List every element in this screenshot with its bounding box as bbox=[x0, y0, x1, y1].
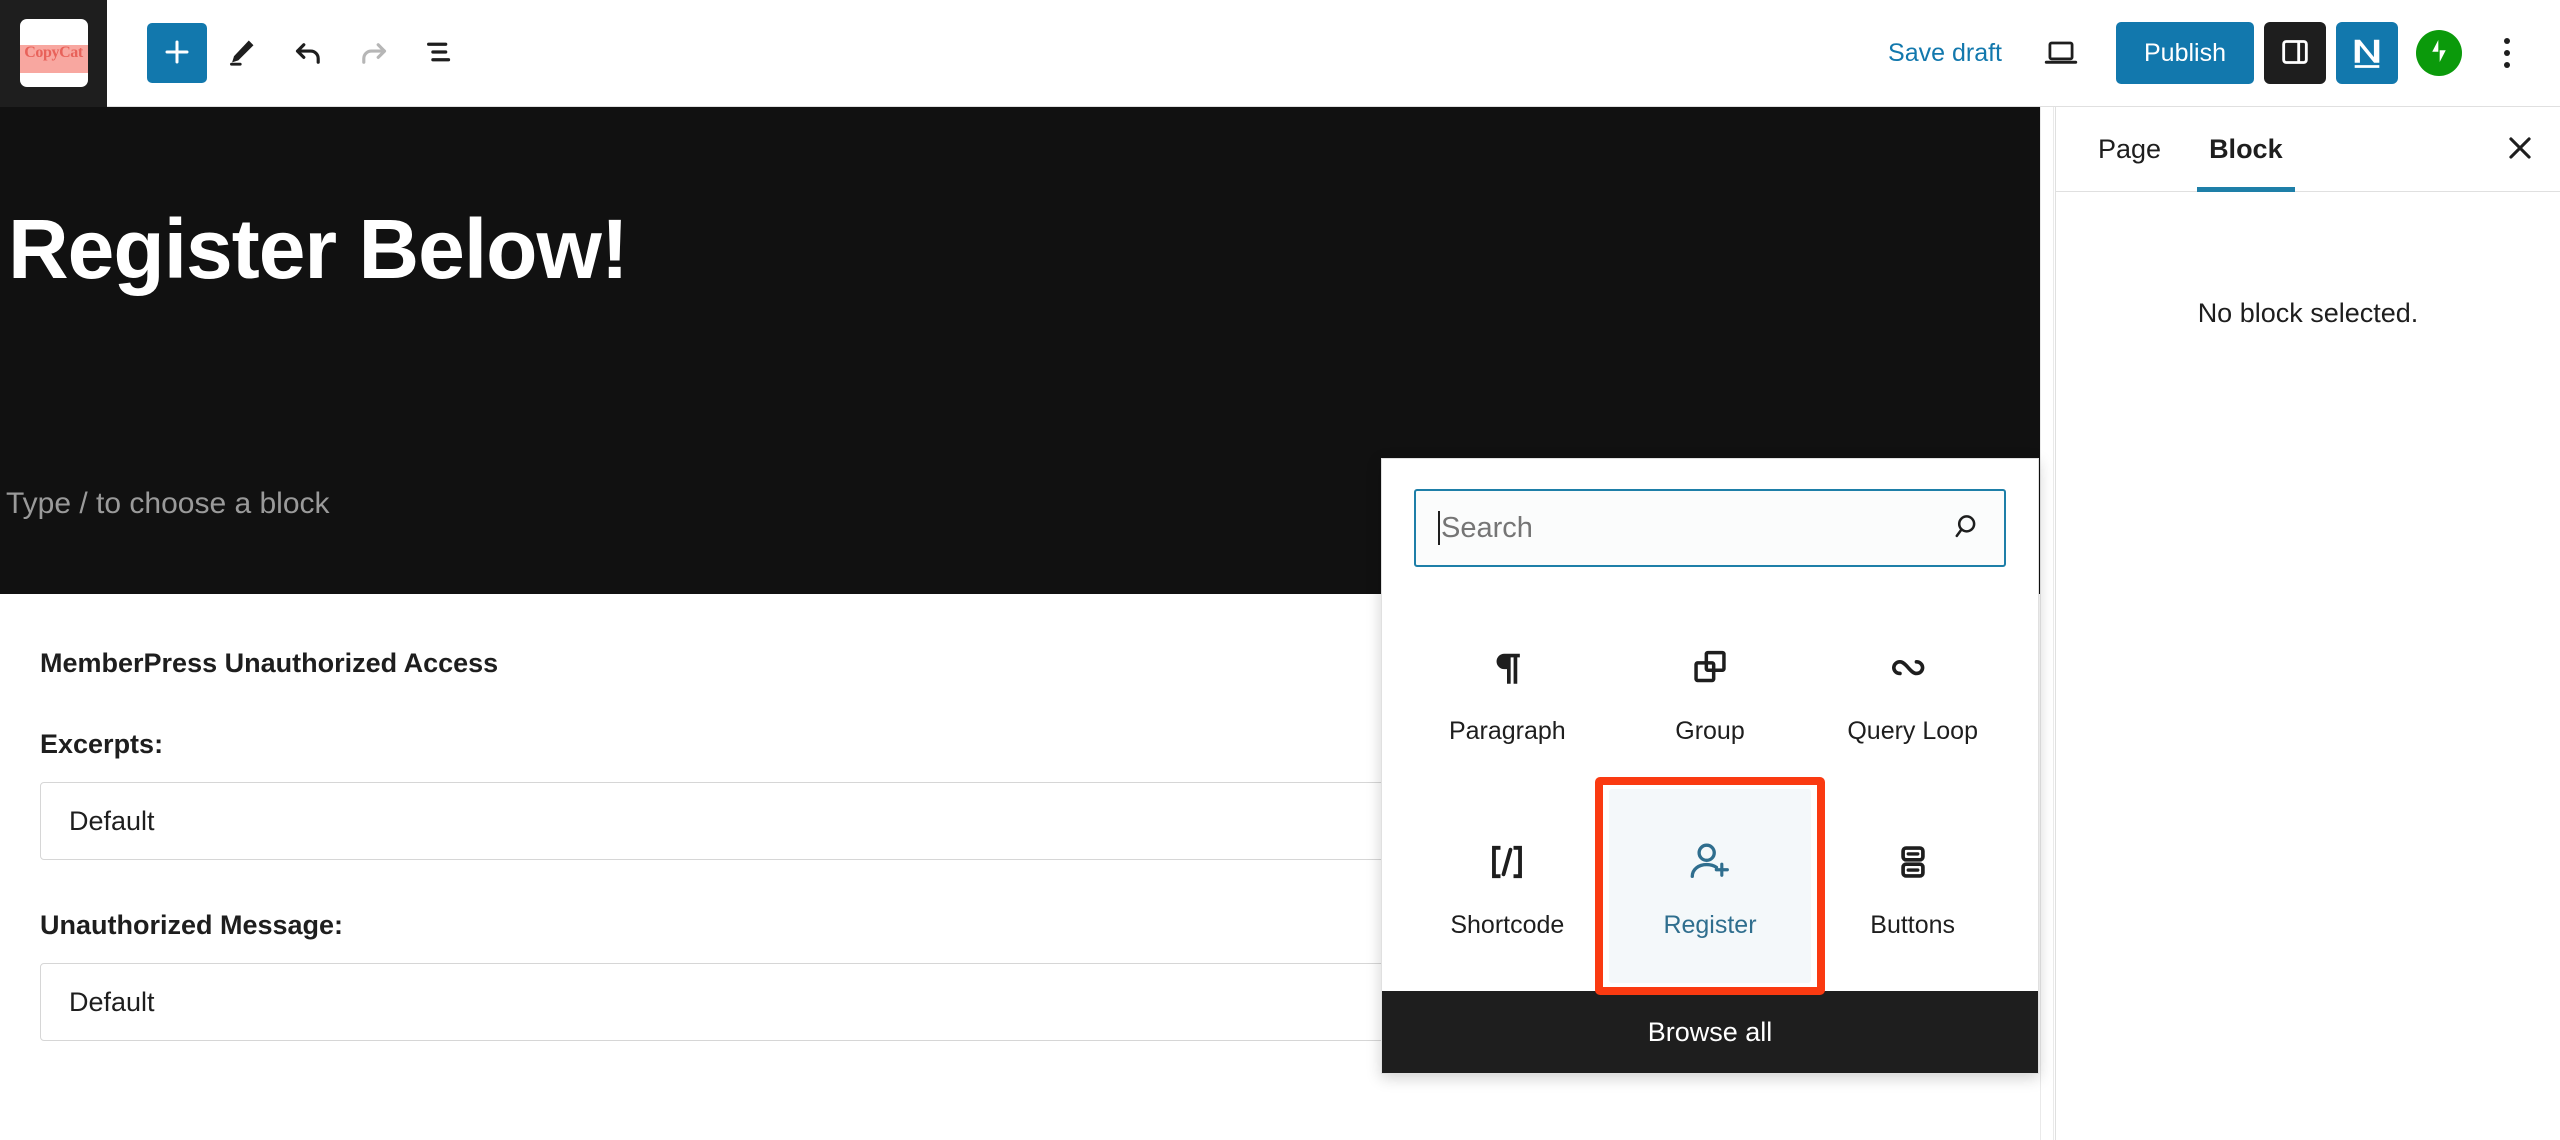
shortcode-icon bbox=[1484, 833, 1530, 885]
block-item-group[interactable]: Group bbox=[1609, 595, 1812, 789]
kebab-dot-icon bbox=[2504, 62, 2510, 68]
redo-button[interactable] bbox=[343, 22, 405, 84]
kebab-dot-icon bbox=[2504, 50, 2510, 56]
inserter-search-area: Search bbox=[1382, 459, 2038, 589]
jetpack-bolt-icon bbox=[2425, 37, 2453, 70]
list-view-button[interactable] bbox=[409, 22, 471, 84]
block-item-query-loop[interactable]: Query Loop bbox=[1811, 595, 2014, 789]
no-block-selected-message: No block selected. bbox=[2197, 298, 2419, 328]
editor-actions-group: Save draft Publish bbox=[1870, 22, 2560, 84]
paragraph-icon bbox=[1485, 639, 1529, 691]
block-item-label: Query Loop bbox=[1847, 716, 1978, 745]
register-user-icon bbox=[1686, 833, 1734, 885]
letter-n-icon bbox=[2347, 32, 2387, 75]
nelio-button[interactable] bbox=[2336, 22, 2398, 84]
close-icon bbox=[2503, 131, 2537, 168]
buttons-icon bbox=[1891, 833, 1935, 885]
block-item-buttons[interactable]: Buttons bbox=[1811, 789, 2014, 983]
laptop-preview-icon bbox=[2043, 34, 2079, 73]
tools-button[interactable] bbox=[211, 22, 273, 84]
site-logo-button[interactable]: CopyCat bbox=[0, 0, 107, 107]
site-logo-text: CopyCat bbox=[24, 44, 83, 61]
text-caret bbox=[1438, 511, 1440, 545]
redo-icon bbox=[356, 34, 392, 73]
site-logo-image: CopyCat bbox=[19, 19, 88, 87]
close-sidebar-button[interactable] bbox=[2480, 107, 2560, 191]
tab-block[interactable]: Block bbox=[2185, 107, 2307, 192]
add-block-button[interactable] bbox=[147, 23, 207, 83]
undo-button[interactable] bbox=[277, 22, 339, 84]
settings-sidebar-toggle[interactable] bbox=[2264, 22, 2326, 84]
editor-top-bar: CopyCat Save draft Publish bbox=[0, 0, 2560, 107]
undo-icon bbox=[290, 34, 326, 73]
kebab-dot-icon bbox=[2504, 38, 2510, 44]
block-item-label: Register bbox=[1663, 910, 1757, 939]
canvas-scrollbar[interactable] bbox=[2040, 107, 2054, 1140]
block-inserter-popover: Search Paragraph Group Query Loop Shortc… bbox=[1381, 458, 2039, 1074]
tab-page[interactable]: Page bbox=[2074, 107, 2185, 191]
sidebar-tabs: Page Block bbox=[2056, 107, 2560, 192]
jetpack-button[interactable] bbox=[2416, 30, 2462, 76]
block-item-paragraph[interactable]: Paragraph bbox=[1406, 595, 1609, 789]
block-search-input[interactable]: Search bbox=[1414, 489, 2006, 567]
query-loop-icon bbox=[1889, 639, 1937, 691]
save-draft-button[interactable]: Save draft bbox=[1870, 29, 2020, 78]
block-item-label: Paragraph bbox=[1448, 716, 1566, 745]
block-item-label: Group bbox=[1675, 716, 1745, 745]
block-type-grid: Paragraph Group Query Loop Shortcode Reg… bbox=[1382, 589, 2038, 995]
plus-icon bbox=[162, 37, 192, 70]
preview-button[interactable] bbox=[2030, 22, 2092, 84]
group-icon bbox=[1688, 639, 1732, 691]
list-view-icon bbox=[423, 35, 457, 72]
settings-sidebar: Page Block No block selected. bbox=[2055, 107, 2560, 1140]
empty-block-placeholder[interactable]: Type / to choose a block bbox=[6, 487, 330, 521]
post-title[interactable]: Register Below! bbox=[8, 207, 629, 291]
browse-all-button[interactable]: Browse all bbox=[1382, 991, 2038, 1073]
block-search-placeholder: Search bbox=[1441, 511, 1533, 544]
pencil-icon bbox=[225, 35, 259, 72]
more-options-button[interactable] bbox=[2480, 22, 2534, 84]
publish-button[interactable]: Publish bbox=[2116, 22, 2254, 84]
block-item-label: Shortcode bbox=[1450, 910, 1565, 939]
editor-tools-group bbox=[107, 22, 471, 84]
block-item-register[interactable]: Register bbox=[1594, 777, 1825, 995]
block-item-label: Buttons bbox=[1870, 910, 1956, 939]
sidebar-panel-icon bbox=[2278, 35, 2312, 72]
block-item-shortcode[interactable]: Shortcode bbox=[1406, 789, 1609, 983]
search-icon bbox=[1952, 510, 1984, 547]
